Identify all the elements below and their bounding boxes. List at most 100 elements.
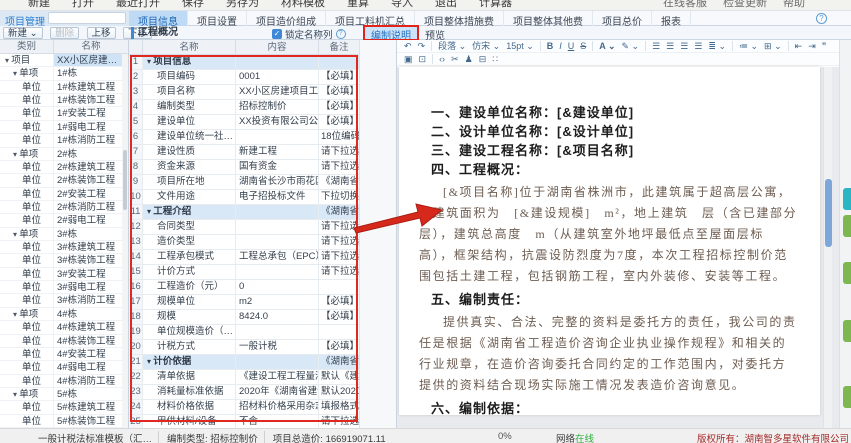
field-content-cell[interactable]: 电子招投标文件 [236,190,319,204]
main-tab[interactable]: 项目设置 [188,11,247,26]
field-content-cell[interactable] [236,205,319,219]
table-row[interactable]: 14 工程承包模式 工程总承包（EPC） 请下拉选择+ [129,250,359,265]
editor-toolbar-icon[interactable]: ☰ [694,40,702,53]
table-row[interactable]: 2 项目编码 0001 【必填】描… [129,70,359,85]
table-row[interactable]: 24 材料价格依据 招材料价格采用杂志… 填报格式如… [129,400,359,415]
dock-shortcut-icon[interactable] [843,262,851,284]
field-content-cell[interactable]: 8424.0 [236,310,319,324]
sidebar-scrollbar[interactable] [122,54,128,428]
tree-row[interactable]: 单位 5#栋装饰工程 [0,415,128,428]
tree-row[interactable]: 单位 2#安装工程 [0,188,128,201]
dock-shortcut-icon[interactable] [843,320,851,342]
field-content-cell[interactable]: 国有资金 [236,160,319,174]
field-content-cell[interactable]: 新建工程 [236,145,319,159]
editor-toolbar-icon[interactable] [732,41,733,51]
field-content-cell[interactable]: 《建设工程工程量清… [236,370,319,384]
field-content-cell[interactable]: XX小区房建项目工程 [236,85,319,99]
editor-toolbar-icon[interactable] [432,54,433,64]
editor-toolbar-icon[interactable]: ⊟ [479,53,487,66]
editor-toolbar-icon[interactable]: ☰ [680,40,688,53]
tree-row[interactable]: 单位 1#栋建筑工程 [0,81,128,94]
move-up-button[interactable]: 上移 [87,27,116,39]
project-search-input[interactable] [48,12,126,24]
tree-row[interactable]: 单项 2#栋 [0,148,128,161]
tree-row[interactable]: 单位 1#弱电工程 [0,121,128,134]
top-menu-item[interactable]: 检查更新 [723,0,767,10]
field-content-cell[interactable]: 招标控制价 [236,100,319,114]
editor-toolbar-icon[interactable]: ↷ [418,40,426,53]
top-menu-item[interactable]: 新建 [28,0,50,10]
table-row[interactable]: 11 工程介绍 《湖南省房… [129,205,359,220]
table-row[interactable]: 10 文件用途 电子招投标文件 下拉切换后… [129,190,359,205]
field-content-cell[interactable] [236,235,319,249]
tree-row[interactable]: 单位 4#栋装饰工程 [0,335,128,348]
field-content-cell[interactable] [236,325,319,339]
field-content-cell[interactable]: 2020年《湖南省建设… [236,385,319,399]
field-content-cell[interactable]: 不含 [236,415,319,428]
editor-toolbar-icon[interactable] [540,41,541,51]
dock-shortcut-icon[interactable] [843,215,851,237]
top-menu-item[interactable]: 计算器 [479,0,512,10]
editor-toolbar-icon[interactable] [645,41,646,51]
editor-toolbar-icon[interactable]: 15pt ⌄ [506,40,534,53]
table-row[interactable]: 20 计税方式 一般计税 【必填】请… [129,340,359,355]
editor-toolbar-icon[interactable] [592,41,593,51]
tree-row[interactable]: 单位 3#栋消防工程 [0,294,128,307]
table-row[interactable]: 3 项目名称 XX小区房建项目工程 【必填】描… [129,85,359,100]
editor-toolbar-icon[interactable]: I [559,40,562,53]
tree-row[interactable]: 单位 1#栋消防工程 [0,134,128,147]
table-row[interactable]: 1 项目信息 [129,55,359,70]
dock-shortcut-icon[interactable] [843,386,851,408]
tree-row[interactable]: 单位 2#弱电工程 [0,214,128,227]
editor-toolbar-icon[interactable] [788,41,789,51]
field-content-cell[interactable]: XX投资有限公司公司 [236,115,319,129]
top-menu-item[interactable]: 在线客服 [663,0,707,10]
document-scrollbar-thumb[interactable] [825,179,832,247]
table-row[interactable]: 18 规模 8424.0 【必填】请… [129,310,359,325]
tree-row[interactable]: 单位 4#栋消防工程 [0,375,128,388]
table-row[interactable]: 21 计价依据 《湖南省房… [129,355,359,370]
tree-row[interactable]: 单位 4#弱电工程 [0,361,128,374]
editor-toolbar-icon[interactable]: ▣ [404,53,413,66]
tree-row[interactable]: 单项 4#栋 [0,308,128,321]
editor-toolbar-icon[interactable]: ≣ ⌄ [708,40,726,53]
table-row[interactable]: 17 规模单位 m2 【必填】请… [129,295,359,310]
editor-toolbar-icon[interactable]: ☰ [666,40,674,53]
top-menu-item[interactable]: 打开 [72,0,94,10]
table-row[interactable]: 13 造价类型 请下拉选择+ [129,235,359,250]
table-row[interactable]: 23 消耗量标准依据 2020年《湖南省建设… 默认2020年… [129,385,359,400]
main-tab[interactable]: 项目整体措施费 [415,11,504,26]
editor-toolbar-icon[interactable]: ☰ [652,40,660,53]
main-tab[interactable]: 项目信息 [129,11,188,26]
editor-toolbar-icon[interactable]: ⇤ [795,40,803,53]
top-menu-item[interactable]: 保存 [182,0,204,10]
editor-toolbar-icon[interactable]: S [580,40,586,53]
top-menu-item[interactable]: 另存为 [226,0,259,10]
top-menu-item[interactable]: 导入 [391,0,413,10]
table-row[interactable]: 6 建设单位统一社… 18位编码+ [129,130,359,145]
editor-toolbar-icon[interactable]: B [547,40,554,53]
editor-toolbar-icon[interactable]: ✎ ⌄ [622,40,640,53]
tree-row[interactable]: 单位 3#弱电工程 [0,281,128,294]
table-row[interactable]: 7 建设性质 新建工程 请下拉选择… [129,145,359,160]
table-row[interactable]: 22 清单依据 《建设工程工程量清… 默认《建设… [129,370,359,385]
editor-subtab[interactable]: 预览 [418,26,452,40]
editor-toolbar-icon[interactable]: ⊞ ⌄ [764,40,782,53]
editor-toolbar-icon[interactable]: ” [822,40,827,53]
field-content-cell[interactable]: 一般计税 [236,340,319,354]
table-row[interactable]: 25 甲供材料/设备 不含 请下拉选择 [129,415,359,428]
editor-toolbar-icon[interactable]: ≔ ⌄ [739,40,758,53]
checkbox-checked-icon[interactable]: ✓ [272,29,282,39]
field-content-cell[interactable]: 0001 [236,70,319,84]
tree-row[interactable]: 单位 3#安装工程 [0,268,128,281]
editor-toolbar-icon[interactable]: ♟ [465,53,473,66]
top-menu-item[interactable]: 退出 [435,0,457,10]
editor-toolbar-icon[interactable]: 段落 ⌄ [438,40,466,53]
top-menu-item[interactable]: 最近打开 [116,0,160,10]
main-tab[interactable]: 报表 [652,11,691,26]
editor-toolbar-icon[interactable]: U [568,40,575,53]
tree-row[interactable]: 单位 1#栋装饰工程 [0,94,128,107]
table-row[interactable]: 4 编制类型 招标控制价 【必填】 [129,100,359,115]
dock-shortcut-icon[interactable] [843,188,851,210]
document-page[interactable]: 一、建设单位名称：[&建设单位]二、设计单位名称：[&设计单位]三、建设工程名称… [399,67,820,415]
